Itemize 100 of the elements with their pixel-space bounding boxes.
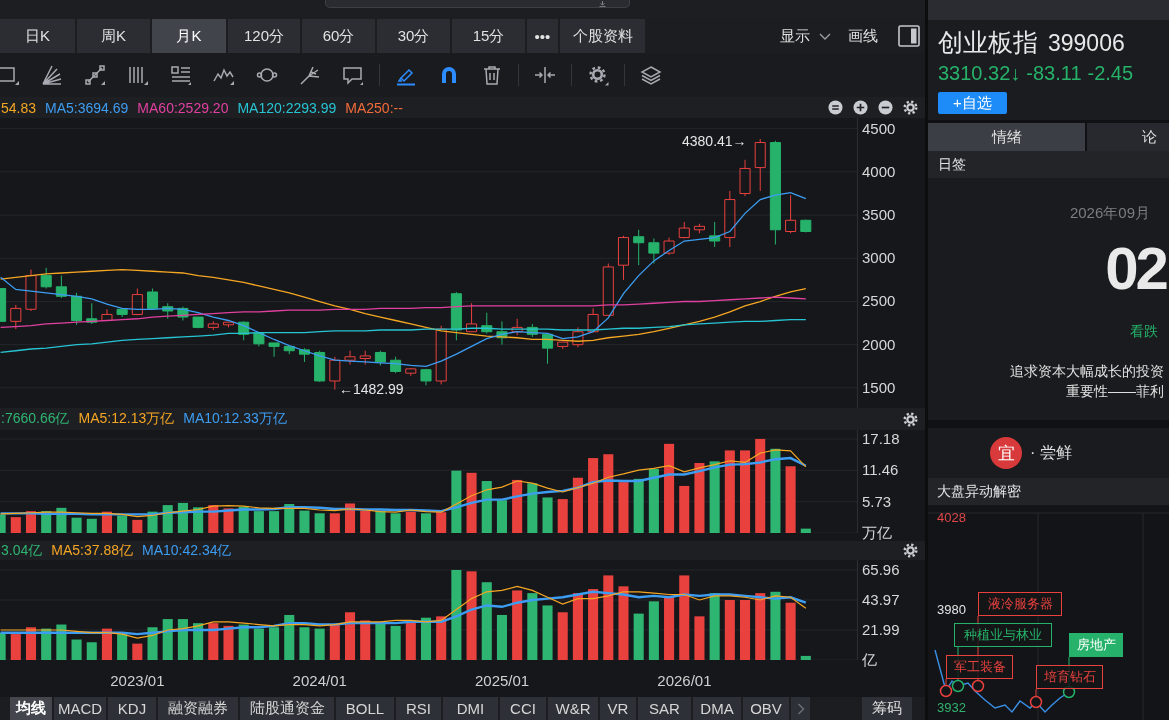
list-icon[interactable] — [169, 64, 192, 86]
indicator-tab[interactable]: W&R — [548, 697, 598, 720]
sector-tag[interactable]: 种植业与林业 — [954, 623, 1052, 647]
axis-label: 2023/01 — [110, 673, 165, 689]
period-tab[interactable]: 15分 — [452, 19, 525, 53]
candlestick — [678, 221, 690, 239]
candlestick — [359, 350, 371, 366]
indicator-tab[interactable]: BOLL — [336, 697, 394, 720]
period-tab[interactable]: 周K — [77, 19, 150, 53]
volume-bar — [618, 482, 629, 533]
price-level-label: 3980 — [937, 602, 966, 617]
draw-line-button[interactable]: 画线 — [848, 24, 878, 48]
circle-marker-icon[interactable] — [939, 684, 953, 698]
indicator-tab[interactable]: OBV — [743, 697, 789, 720]
fan-lines-icon[interactable] — [40, 64, 63, 86]
display-dropdown[interactable]: 显示 — [780, 24, 831, 48]
volume-bar — [10, 634, 21, 660]
volume-bar — [329, 513, 340, 533]
leader-line — [1035, 688, 1037, 697]
price-level-label: 3932 — [937, 700, 966, 715]
volume-bar — [117, 515, 128, 533]
sector-tag[interactable]: 液冷服务器 — [978, 592, 1062, 616]
period-tab[interactable]: 个股资料 — [560, 19, 645, 53]
volume-bar — [648, 601, 659, 660]
vertical-lines-icon[interactable] — [126, 64, 149, 86]
volume-bar — [436, 512, 447, 533]
candlestick — [800, 218, 812, 233]
indicator-tab[interactable]: 均线 — [10, 697, 52, 720]
layers-icon[interactable] — [639, 64, 662, 86]
period-tab[interactable]: ••• — [527, 19, 558, 53]
candlestick — [238, 320, 250, 341]
sidebar-toggle-icon[interactable] — [898, 25, 920, 47]
volume-bar — [284, 614, 295, 660]
settings-icon[interactable] — [903, 100, 918, 115]
candlestick — [633, 229, 645, 266]
period-tab[interactable]: 30分 — [377, 19, 450, 53]
period-tab[interactable]: 月K — [152, 19, 226, 53]
period-tab[interactable]: 120分 — [228, 19, 300, 53]
settings-icon[interactable] — [903, 411, 918, 427]
search-field[interactable] — [325, 0, 630, 8]
candlestick — [617, 235, 630, 281]
line-segment-icon[interactable] — [83, 64, 106, 86]
chips-button[interactable]: 筹码 — [862, 697, 912, 720]
candlestick — [116, 308, 128, 318]
price-annotation: 4380.41→ — [682, 133, 747, 149]
volume-bar — [86, 642, 97, 660]
legend-label: 54.83 — [1, 99, 37, 116]
indicator-tab[interactable]: DMA — [693, 697, 741, 720]
section-title: 日签 — [938, 155, 966, 174]
candlestick — [511, 318, 523, 336]
sector-tag[interactable]: 培育钻石 — [1036, 665, 1103, 689]
volume-bar — [208, 623, 219, 660]
volume-bar — [162, 619, 173, 660]
speech-bubble-icon[interactable] — [341, 64, 364, 86]
candlestick — [420, 368, 432, 386]
fork-lines-icon[interactable] — [298, 64, 321, 86]
zoom-out-icon[interactable] — [878, 100, 893, 115]
indicator-tab[interactable]: CCI — [500, 697, 546, 720]
indicator-tab[interactable]: VR — [600, 697, 636, 720]
arrow-down-icon — [598, 0, 607, 7]
volume-bar — [709, 593, 720, 660]
volume-bar — [360, 510, 371, 533]
price-annotation: ←1482.99 — [339, 381, 404, 397]
settings-icon[interactable] — [586, 64, 609, 86]
circle-marker-icon[interactable] — [951, 679, 965, 693]
indicator-tab[interactable]: RSI — [396, 697, 441, 720]
zoom-reset-icon[interactable] — [828, 100, 843, 115]
period-tab[interactable]: 60分 — [302, 19, 375, 53]
indicator-tab[interactable]: 融资融券 — [158, 697, 238, 720]
circle-marker-icon[interactable] — [971, 679, 985, 693]
candlestick — [25, 269, 37, 312]
legend-label: MA250:-- — [345, 99, 403, 116]
indicator-tab[interactable]: 陆股通资金 — [240, 697, 334, 720]
circle-marker-icon[interactable] — [1029, 695, 1043, 709]
indicator-tab[interactable]: KDJ — [108, 697, 156, 720]
period-tab[interactable]: 日K — [0, 19, 75, 53]
panel-tab[interactable]: 情绪 — [928, 123, 1085, 151]
chevron-down-icon — [819, 32, 831, 40]
sector-tag[interactable]: 军工装备 — [946, 655, 1013, 679]
volume-bar — [709, 461, 720, 533]
indicator-tab[interactable]: MACD — [54, 697, 106, 720]
volume-bar — [740, 599, 751, 660]
zoom-in-icon[interactable] — [853, 100, 868, 115]
indicator-tab[interactable]: SAR — [638, 697, 691, 720]
legend-label: MA5:12.13万亿 — [78, 410, 175, 428]
volume-bar — [496, 614, 507, 660]
candlestick — [542, 333, 554, 365]
indicator-tab[interactable]: DMI — [443, 697, 498, 720]
arrows-to-line-icon[interactable] — [533, 64, 556, 86]
settings-icon[interactable] — [903, 543, 918, 558]
volume-bar — [223, 508, 234, 533]
rectangle-icon[interactable] — [0, 64, 20, 86]
axis-label: 4500 — [862, 120, 896, 137]
candlestick — [147, 288, 159, 309]
axis-label: 3500 — [862, 207, 896, 224]
axis-label: 2026/01 — [657, 673, 712, 689]
volume-bar — [132, 643, 143, 660]
day-number: 02 — [1105, 239, 1168, 299]
panel-tab[interactable]: 论 — [1087, 123, 1169, 151]
volume-bar — [572, 593, 583, 660]
